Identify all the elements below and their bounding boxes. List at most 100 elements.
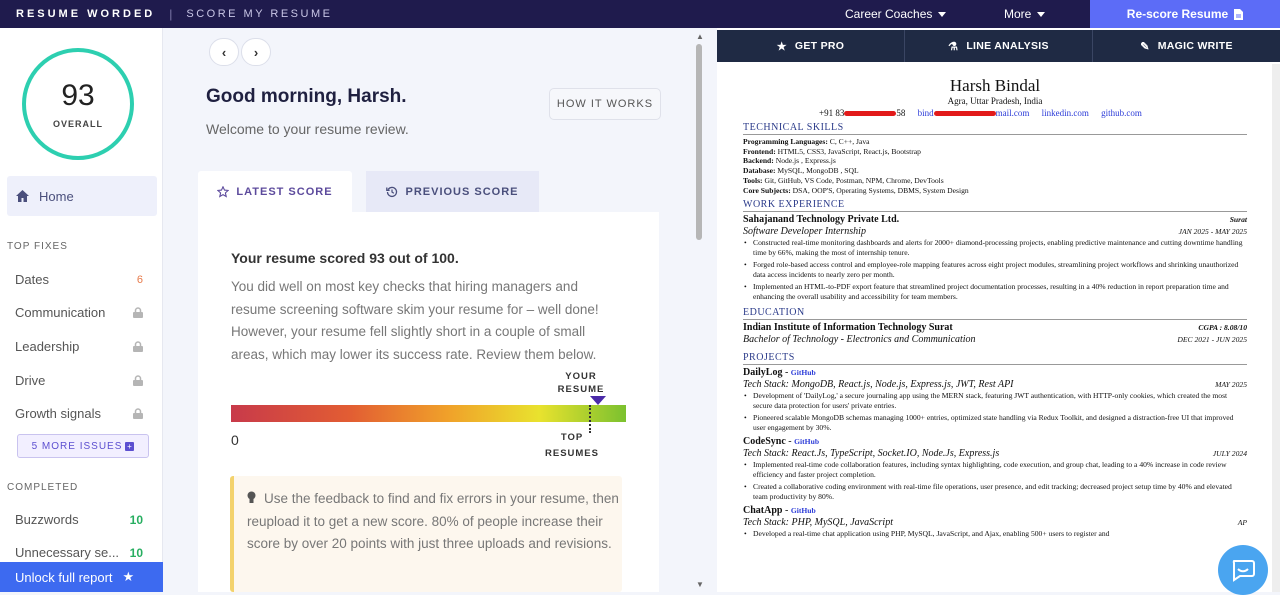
career-coaches-menu[interactable]: Career Coaches	[845, 7, 947, 21]
tab-label: PREVIOUS SCORE	[405, 185, 519, 198]
resume-scrollbar[interactable]	[1272, 64, 1280, 592]
skill-key: Programming Languages:	[743, 137, 828, 146]
project-date: JULY 2024	[1212, 449, 1247, 459]
rescore-label: Re-score Resume	[1126, 7, 1229, 21]
skill-line: Database: MySQL, MongoDB , SQL	[743, 166, 1247, 176]
project-bullet: Developed a real-time chat application u…	[743, 529, 1247, 539]
sidebar-item-leadership[interactable]: Leadership	[15, 339, 143, 354]
scroll-down-icon[interactable]: ▼	[696, 580, 704, 589]
sidebar-item-growth-signals[interactable]: Growth signals	[15, 406, 143, 421]
project-bullet: Created a collaborative coding environme…	[743, 482, 1247, 501]
work-bullet: Implemented an HTML-to-PDF export featur…	[743, 282, 1247, 301]
sidebar-item-label: Dates	[15, 272, 49, 287]
degree-row: Bachelor of Technology - Electronics and…	[743, 334, 1247, 346]
main-scrollbar-thumb[interactable]	[696, 44, 702, 240]
project-stack: Tech Stack: React.Js, TypeScript, Socket…	[743, 448, 1000, 460]
lightbulb-icon	[247, 491, 256, 503]
project-bullet: Implemented real-time code collaboration…	[743, 460, 1247, 479]
education-heading: EDUCATION	[743, 307, 1247, 321]
email-suffix: mail.com	[995, 108, 1030, 118]
project-date: AP	[1237, 518, 1247, 528]
rescore-button[interactable]: Re-score Resume	[1090, 0, 1280, 28]
lock-icon	[133, 408, 143, 419]
sidebar-item-communication[interactable]: Communication	[15, 305, 143, 320]
project-item: CodeSync - GitHub Tech Stack: React.Js, …	[743, 436, 1247, 501]
brand-logo[interactable]: RESUME WORDED	[0, 8, 155, 20]
skill-line: Core Subjects: DSA, OOP'S, Operating Sys…	[743, 186, 1247, 196]
issue-count-badge: 6	[136, 273, 143, 286]
section-title: SCORE MY RESUME	[186, 8, 333, 20]
role-title: Software Developer Internship	[743, 226, 866, 238]
line-analysis-label: LINE ANALYSIS	[966, 40, 1049, 52]
more-menu[interactable]: More	[1004, 7, 1046, 21]
latest-score-card: Your resume scored 93 out of 100. You di…	[198, 212, 659, 592]
role-row: Software Developer Internship JAN 2025 - …	[743, 226, 1247, 238]
line-analysis-button[interactable]: ⚗ LINE ANALYSIS	[905, 30, 1093, 62]
github-link[interactable]: GitHub	[794, 437, 819, 446]
project-bullet: Development of 'DailyLog,' a secure jour…	[743, 391, 1247, 410]
feedback-tip: Use the feedback to find and fix errors …	[230, 476, 622, 592]
skill-value: Node.js , Express.js	[773, 156, 836, 166]
score-description: You did well on most key checks that hir…	[231, 279, 599, 362]
history-icon	[386, 186, 398, 197]
phone-suffix: 58	[896, 108, 906, 118]
get-pro-button[interactable]: ★ GET PRO	[717, 30, 905, 62]
skill-line: Frontend: HTML5, CSS3, JavaScript, React…	[743, 147, 1247, 157]
github-link[interactable]: GitHub	[791, 506, 816, 515]
resume-tools-bar: ★ GET PRO ⚗ LINE ANALYSIS ✎ MAGIC WRITE	[717, 30, 1280, 62]
score-marker-line	[589, 405, 591, 433]
chat-support-button[interactable]	[1218, 545, 1268, 595]
skill-value: C, C++, Java	[827, 137, 870, 146]
score-gradient-bar	[231, 405, 626, 422]
role-dates: JAN 2025 - MAY 2025	[1178, 227, 1247, 237]
score-badge: 10	[129, 512, 143, 527]
scroll-up-icon[interactable]: ▲	[696, 32, 704, 41]
tab-previous-score[interactable]: PREVIOUS SCORE	[366, 171, 539, 212]
projects-heading: PROJECTS	[743, 352, 1247, 366]
get-pro-label: GET PRO	[794, 40, 845, 52]
email-link[interactable]: bind mail.com	[918, 108, 1030, 118]
sidebar-item-label: Unnecessary se...	[15, 545, 120, 560]
project-title-row: CodeSync - GitHub	[743, 436, 820, 448]
greeting-title: Good morning, Harsh.	[206, 86, 407, 107]
github-link[interactable]: github.com	[1101, 108, 1142, 118]
top-bar: RESUME WORDED | SCORE MY RESUME Career C…	[0, 0, 1280, 28]
sidebar-item-unnecessary-sections[interactable]: Unnecessary se... 10	[15, 545, 143, 560]
sidebar-item-label: Communication	[15, 305, 106, 320]
skill-value: Git, GitHub, VS Code, Postman, NPM, Chro…	[762, 175, 944, 185]
tab-latest-score[interactable]: LATEST SCORE	[198, 171, 352, 212]
sidebar-item-label: Leadership	[15, 339, 80, 354]
sidebar-item-label: Home	[39, 188, 74, 204]
sidebar-item-home[interactable]: Home	[7, 176, 157, 216]
magic-write-button[interactable]: ✎ MAGIC WRITE	[1093, 30, 1280, 62]
sidebar-item-dates[interactable]: Dates 6	[15, 272, 143, 287]
skill-key: Core Subjects:	[743, 185, 791, 195]
project-stack-row: Tech Stack: MongoDB, React.js, Node.js, …	[743, 379, 1247, 391]
edu-dates: DEC 2021 - JUN 2025	[1177, 335, 1247, 345]
unlock-full-report-button[interactable]: Unlock full report ★	[0, 562, 163, 592]
degree: Bachelor of Technology - Electronics and…	[743, 334, 976, 346]
star-outline-icon	[217, 185, 230, 198]
project-title-row: ChatApp - GitHub	[743, 505, 816, 517]
project-stack-row: Tech Stack: PHP, MySQL, JavaScript AP	[743, 517, 1247, 529]
skill-key: Database:	[743, 166, 776, 176]
redaction-mark	[933, 111, 996, 117]
email-prefix: bind	[917, 108, 934, 118]
sidebar-item-buzzwords[interactable]: Buzzwords 10	[15, 512, 143, 527]
how-it-works-button[interactable]: HOW IT WORKS	[549, 88, 661, 120]
more-issues-button[interactable]: 5 MORE ISSUES +	[17, 434, 149, 458]
work-bullet: Forged role-based access control and emp…	[743, 260, 1247, 279]
magic-write-label: MAGIC WRITE	[1157, 40, 1233, 52]
back-button[interactable]: ‹	[209, 38, 239, 66]
welcome-text: Welcome to your resume review.	[206, 121, 409, 137]
project-name: DailyLog	[743, 367, 783, 379]
skill-value: MySQL, MongoDB , SQL	[775, 166, 859, 176]
resume-location: Agra, Uttar Pradesh, India	[947, 96, 1043, 106]
linkedin-link[interactable]: linkedin.com	[1042, 108, 1089, 118]
forward-button[interactable]: ›	[241, 38, 271, 66]
top-fixes-heading: TOP FIXES	[7, 241, 68, 252]
sidebar-item-drive[interactable]: Drive	[15, 373, 143, 388]
project-stack: Tech Stack: MongoDB, React.js, Node.js, …	[743, 379, 1014, 391]
company-row: Sahajanand Technology Private Ltd. Surat	[743, 214, 1247, 226]
github-link[interactable]: GitHub	[791, 368, 816, 377]
